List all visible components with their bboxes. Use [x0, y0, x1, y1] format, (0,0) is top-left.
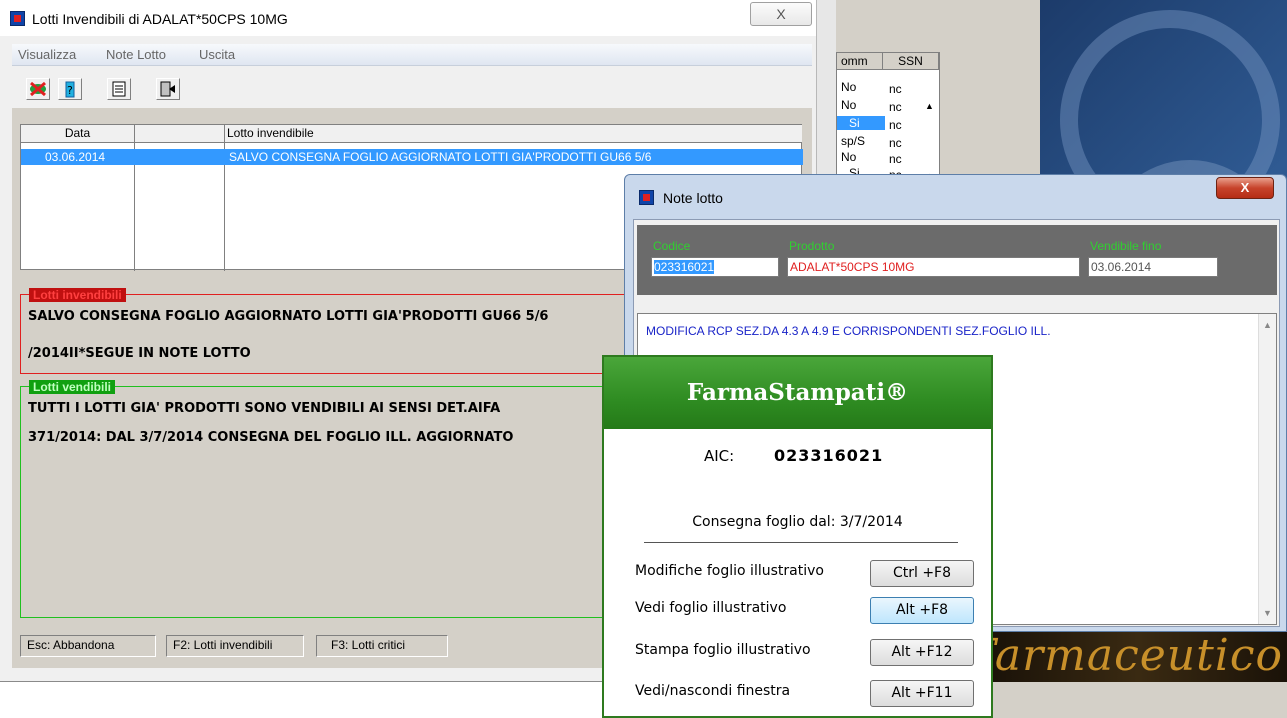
- stampa-foglio-button[interactable]: Alt +F12: [870, 639, 974, 666]
- app-icon: [639, 190, 654, 205]
- vendibili-text-line2: 371/2014: DAL 3/7/2014 CONSEGNA DEL FOGL…: [28, 430, 514, 445]
- info-toolbar-button[interactable]: ?: [58, 78, 82, 100]
- info-icon: ?: [65, 81, 75, 98]
- exit-door-icon: [160, 81, 175, 97]
- modifiche-foglio-button[interactable]: Ctrl +F8: [870, 560, 974, 587]
- note-memo-text: MODIFICA RCP SEZ.DA 4.3 A 4.9 E CORRISPO…: [646, 324, 1051, 338]
- consegna-text: Consegna foglio dal: 3/7/2014: [692, 514, 903, 530]
- bg-col-ssn: SSN: [883, 53, 939, 70]
- bg-cell: No: [841, 80, 857, 94]
- bg-cell: sp/S: [841, 134, 866, 148]
- status-f3[interactable]: F3: Lotti critici: [316, 635, 448, 657]
- column-header-empty[interactable]: [135, 125, 225, 143]
- memo-scrollbar[interactable]: ▲ ▼: [1258, 314, 1276, 624]
- bg-cell: No: [841, 98, 857, 112]
- table-cell-lotto: SALVO CONSEGNA FOGLIO AGGIORNATO LOTTI G…: [229, 150, 652, 164]
- menu-note-lotto[interactable]: Note Lotto: [106, 47, 166, 62]
- bg-cell: nc: [889, 118, 902, 132]
- list-icon: [112, 81, 126, 97]
- list-toolbar-button[interactable]: [107, 78, 131, 100]
- remove-toolbar-button[interactable]: [26, 78, 50, 100]
- bg-cell: No: [841, 150, 857, 164]
- bg-cell: nc: [889, 100, 902, 114]
- menu-bar: Visualizza Note Lotto Uscita: [12, 44, 812, 66]
- bg-cell: Si: [849, 116, 860, 130]
- aic-value: 023316021: [774, 446, 884, 465]
- invendibili-text-line1: SALVO CONSEGNA FOGLIO AGGIORNATO LOTTI G…: [28, 309, 549, 324]
- window-title: Lotti Invendibili di ADALAT*50CPS 10MG: [32, 11, 288, 27]
- farmastampati-panel: FarmaStampati® AIC: 023316021 Consegna f…: [602, 355, 993, 718]
- vendibile-label: Vendibile fino: [1090, 239, 1162, 253]
- bg-cell: nc: [889, 82, 902, 96]
- status-f2[interactable]: F2: Lotti invendibili: [166, 635, 304, 657]
- vendibili-text-line1: TUTTI I LOTTI GIA' PRODOTTI SONO VENDIBI…: [28, 401, 501, 416]
- action-label-vedi: Vedi foglio illustrativo: [635, 600, 787, 616]
- vedi-nascondi-button[interactable]: Alt +F11: [870, 680, 974, 707]
- invendibili-label: Lotti invendibili: [29, 288, 126, 302]
- app-icon: [10, 11, 25, 26]
- table-cell-data: 03.06.2014: [45, 150, 106, 164]
- background-banner-text: : Farmaceutico: [990, 630, 1283, 681]
- remove-icon: [30, 81, 46, 97]
- bg-cell: nc: [889, 152, 902, 166]
- exit-toolbar-button[interactable]: [156, 78, 180, 100]
- scroll-up-arrow-icon[interactable]: ▲: [1263, 320, 1272, 330]
- farmastampati-title: FarmaStampati®: [604, 357, 991, 429]
- codice-value: 023316021: [654, 260, 715, 274]
- scroll-down-arrow-icon[interactable]: ▼: [1263, 608, 1272, 618]
- prodotto-label: Prodotto: [789, 239, 835, 253]
- bg-col-comm: omm: [837, 53, 883, 70]
- vendibili-label: Lotti vendibili: [29, 380, 115, 394]
- status-esc[interactable]: Esc: Abbandona: [20, 635, 156, 657]
- divider: [644, 542, 958, 543]
- column-header-lotto[interactable]: Lotto invendibile: [225, 125, 802, 143]
- column-header-data[interactable]: Data: [21, 125, 135, 143]
- main-titlebar: Lotti Invendibili di ADALAT*50CPS 10MG X: [0, 0, 836, 36]
- action-label-stampa: Stampa foglio illustrativo: [635, 642, 811, 658]
- codice-field[interactable]: 023316021: [651, 257, 779, 277]
- svg-text:?: ?: [67, 84, 73, 97]
- note-lotto-close-button[interactable]: X: [1216, 177, 1274, 199]
- note-lotto-title: Note lotto: [663, 190, 723, 206]
- scroll-up-arrow-icon[interactable]: ▲: [925, 101, 934, 111]
- vedi-foglio-button[interactable]: Alt +F8: [870, 597, 974, 624]
- codice-label: Codice: [653, 239, 691, 253]
- action-label-modifiche: Modifiche foglio illustrativo: [635, 563, 824, 579]
- bg-selected-row: [837, 116, 885, 130]
- note-lotto-header: Codice Prodotto Vendibile fino 023316021…: [637, 225, 1277, 295]
- aic-label: AIC:: [704, 447, 735, 465]
- menu-uscita[interactable]: Uscita: [199, 47, 235, 62]
- close-button[interactable]: X: [750, 2, 812, 26]
- bg-cell: nc: [889, 136, 902, 150]
- action-label-nascondi: Vedi/nascondi finestra: [635, 683, 791, 699]
- vendibile-field[interactable]: 03.06.2014: [1088, 257, 1218, 277]
- invendibili-text-line2: /2014II*SEGUE IN NOTE LOTTO: [28, 346, 251, 361]
- menu-visualizza[interactable]: Visualizza: [18, 47, 76, 62]
- prodotto-field[interactable]: ADALAT*50CPS 10MG: [787, 257, 1080, 277]
